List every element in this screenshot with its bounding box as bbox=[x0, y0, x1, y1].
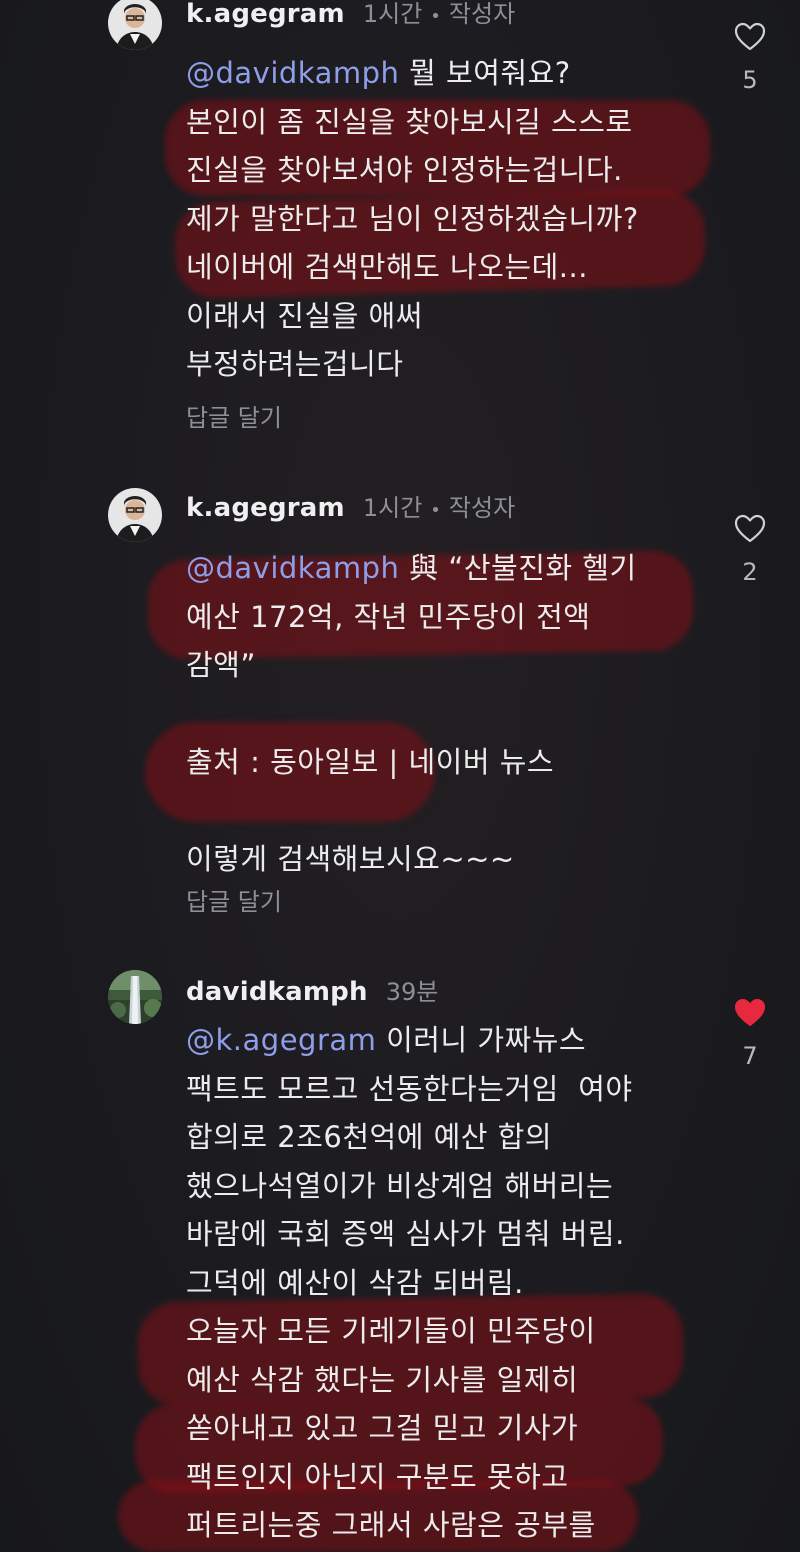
comment-line: 네이버에 검색만해도 나오는데... bbox=[186, 250, 588, 284]
comment-line: 합의로 2조6천억에 예산 합의 bbox=[186, 1120, 553, 1154]
comment-text: @davidkamph 與 “산불진화 헬기 예산 172억, 작년 민주당이 … bbox=[186, 544, 706, 884]
comment-line: @davidkamph 뭘 보여줘요? bbox=[186, 56, 571, 90]
dot-icon: • bbox=[430, 6, 441, 27]
avatar[interactable] bbox=[108, 970, 162, 1024]
comment-line: 바람에 국회 증액 심사가 멈춰 버림. bbox=[186, 1217, 625, 1251]
comment-line bbox=[186, 787, 706, 836]
comment-line: @davidkamph 與 “산불진화 헬기 bbox=[186, 551, 637, 585]
heart-outline-icon bbox=[734, 22, 766, 51]
mention-link[interactable]: @davidkamph bbox=[186, 551, 399, 585]
heart-outline-icon bbox=[734, 514, 766, 543]
reply-button[interactable]: 답글 달기 bbox=[186, 398, 282, 433]
comments-screen: k.agegram 1시간 • 작성자 @davidkamph 뭘 보여줘요? … bbox=[0, 0, 800, 1552]
like-count: 2 bbox=[742, 558, 758, 586]
dot-icon: • bbox=[430, 500, 441, 521]
comment-line: 오늘자 모든 기레기들이 민주당이 bbox=[186, 1314, 596, 1348]
comment-line: 본인이 좀 진실을 찾아보시길 스스로 bbox=[186, 104, 633, 139]
comment-line: 팩트도 모르고 선동한다는거임 여야 bbox=[186, 1071, 633, 1106]
comment-line: 제가 말한다고 님이 인정하겠습니까? bbox=[186, 201, 639, 236]
username[interactable]: k.agegram bbox=[186, 0, 345, 29]
mention-link[interactable]: @davidkamph bbox=[186, 56, 399, 90]
comment-line: 이래서 진실을 애써 bbox=[186, 298, 423, 333]
username[interactable]: k.agegram bbox=[186, 493, 345, 523]
heart-filled-icon bbox=[735, 999, 765, 1026]
comment-line: 예산 172억, 작년 민주당이 전액 bbox=[186, 599, 591, 634]
comment-header: k.agegram 1시간 • 작성자 bbox=[186, 488, 516, 523]
comment-line: 쏟아내고 있고 그걸 믿고 기사가 bbox=[186, 1411, 579, 1445]
comment-line bbox=[186, 690, 706, 739]
like-button[interactable] bbox=[730, 22, 770, 56]
comment-line: 부정하려는겁니다 bbox=[186, 347, 404, 381]
mention-link[interactable]: @k.agegram bbox=[186, 1023, 376, 1057]
like-count: 7 bbox=[742, 1042, 758, 1070]
comment-text: @davidkamph 뭘 보여줘요? 본인이 좀 진실을 찾아보시길 스스로 … bbox=[186, 49, 706, 389]
comment-header: k.agegram 1시간 • 작성자 bbox=[186, 0, 516, 29]
comment-line: 예산 삭감 했다는 기사를 일제히 bbox=[186, 1362, 579, 1397]
avatar[interactable] bbox=[108, 0, 162, 50]
comment-line: 감액” bbox=[186, 648, 256, 682]
timestamp: 1시간 bbox=[362, 0, 423, 28]
author-tag: 작성자 bbox=[448, 494, 516, 522]
reply-button[interactable]: 답글 달기 bbox=[186, 882, 282, 917]
comment-line: @k.agegram 이러니 가짜뉴스 bbox=[186, 1023, 587, 1057]
comment-header: davidkamph 39분 bbox=[186, 972, 439, 1007]
comment-line: 진실을 찾아보셔야 인정하는겁니다. bbox=[186, 153, 623, 187]
avatar[interactable] bbox=[108, 488, 162, 542]
username[interactable]: davidkamph bbox=[186, 977, 368, 1007]
timestamp: 1시간 bbox=[362, 494, 423, 522]
comment-line: 그덕에 예산이 삭감 되버림. bbox=[186, 1265, 524, 1300]
comment-line: 이렇게 검색해보시요~~~ bbox=[186, 842, 515, 876]
comment-line: 했으나석열이가 비상계엄 해버리는 bbox=[186, 1168, 614, 1203]
timestamp: 39분 bbox=[385, 978, 439, 1006]
like-count: 5 bbox=[742, 66, 758, 94]
comment-line: 팩트인지 아닌지 구분도 못하고 bbox=[186, 1459, 569, 1494]
comment-line: 출처 : 동아일보 | 네이버 뉴스 bbox=[186, 745, 555, 779]
like-button[interactable] bbox=[730, 514, 770, 548]
comment-text: @k.agegram 이러니 가짜뉴스 팩트도 모르고 선동한다는거임 여야 합… bbox=[186, 1016, 706, 1550]
comment-line: 퍼트리는중 그래서 사람은 공부를 bbox=[186, 1508, 596, 1542]
like-button[interactable] bbox=[730, 998, 770, 1032]
author-tag: 작성자 bbox=[448, 0, 516, 28]
